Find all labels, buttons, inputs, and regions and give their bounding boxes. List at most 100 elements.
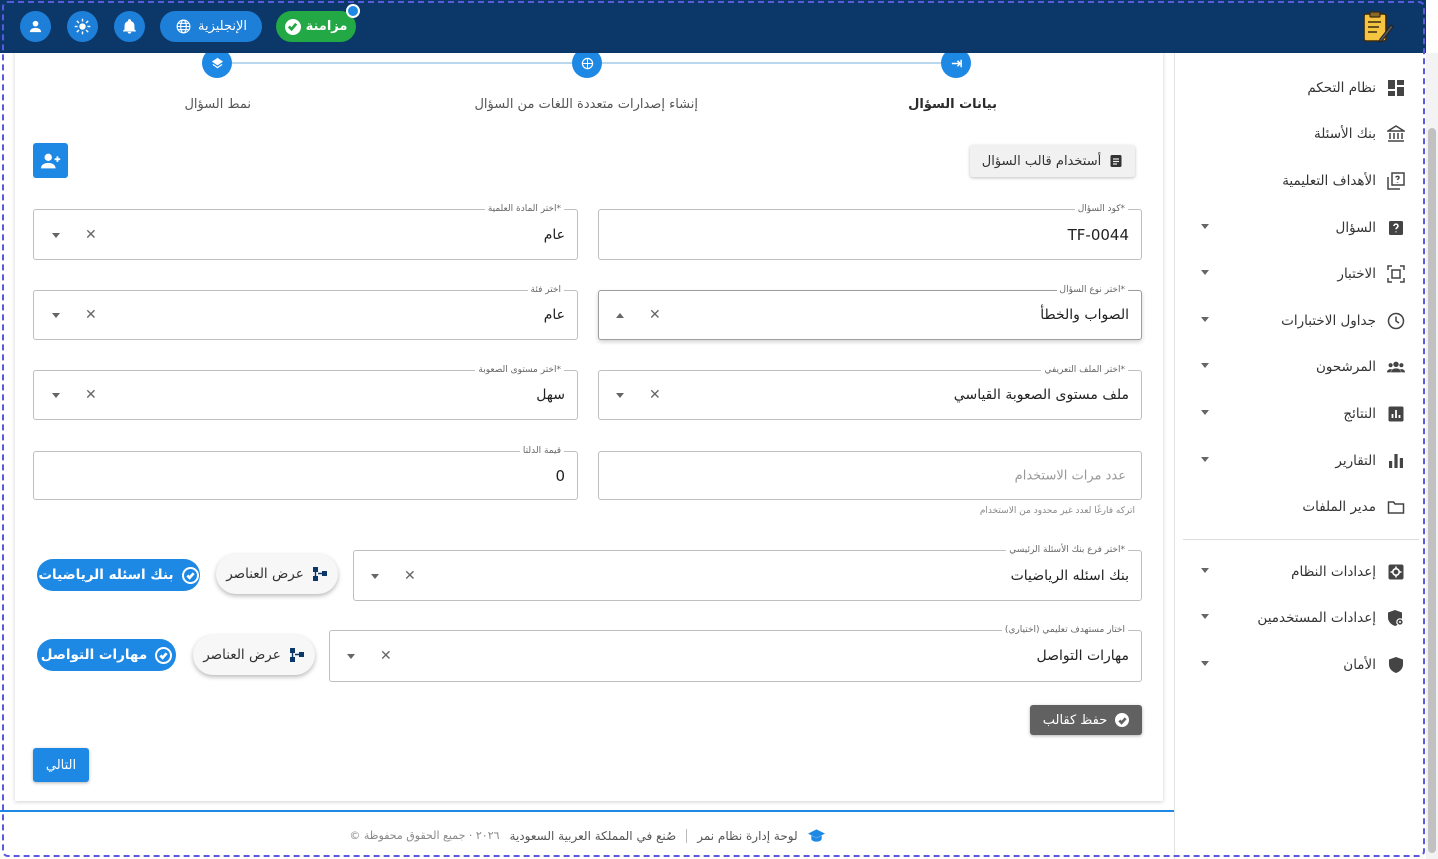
chevron-up-icon[interactable] — [616, 313, 624, 318]
document-icon — [1110, 155, 1122, 167]
chevron-down-icon[interactable] — [1201, 457, 1209, 462]
difficulty-select[interactable]: اختر مستوى الصعوبة* سهل ✕ — [33, 364, 578, 420]
subject-value: عام — [543, 226, 565, 243]
sidebar-item-label: المرشحون — [1315, 359, 1376, 375]
app-root: الإنجليزية مزامنة بيانات السؤال إنشاء إص… — [0, 0, 1438, 859]
target-show-items-button[interactable]: عرض العناصر — [193, 635, 315, 675]
save-as-template-button[interactable]: حفظ كقالب — [1030, 705, 1142, 735]
clear-icon[interactable]: ✕ — [404, 568, 416, 584]
bank-branch-value: بنك اسئله الرياضيات — [1010, 567, 1129, 584]
people-icon — [1386, 358, 1405, 377]
clear-icon[interactable]: ✕ — [649, 387, 661, 403]
sidebar-item-label: الاختبار — [1337, 266, 1376, 282]
check-circle-icon — [181, 566, 199, 584]
profile-select[interactable]: اختر الملف التعريفي* ملف مستوى الصعوبة ا… — [598, 364, 1142, 420]
chevron-down-icon[interactable] — [52, 393, 60, 398]
target-chip[interactable]: مهارات التواصل — [37, 639, 176, 671]
chevron-down-icon[interactable] — [1201, 363, 1209, 368]
clear-icon[interactable]: ✕ — [380, 648, 392, 664]
difficulty-label: اختر مستوى الصعوبة* — [475, 364, 564, 376]
sidebar-item-security[interactable]: الأمان — [1175, 645, 1427, 685]
sidebar-item-candidates[interactable]: المرشحون — [1175, 347, 1427, 387]
scrollbar-thumb[interactable] — [1428, 128, 1436, 853]
chevron-down-icon[interactable] — [52, 313, 60, 318]
sidebar-item-label: التقارير — [1335, 453, 1376, 469]
globe-icon — [581, 57, 593, 69]
add-user-button[interactable] — [33, 143, 68, 178]
chevron-down-icon[interactable] — [1201, 270, 1209, 275]
sidebar-item-label: الأهداف التعليمية — [1282, 173, 1376, 189]
delta-value: 0 — [555, 466, 565, 485]
step-2-label[interactable]: إنشاء إصدارات متعددة اللغات من السؤال — [474, 97, 698, 112]
question-icon — [1386, 219, 1405, 238]
learning-target-select[interactable]: اختار مستهدف تعليمي (اختياري) مهارات الت… — [329, 624, 1142, 682]
sidebar-item-exam-schedules[interactable]: جداول الاختبارات — [1175, 301, 1427, 341]
question-code-field[interactable]: كود السؤال* TF-0044 — [598, 203, 1142, 260]
profile-button[interactable] — [20, 11, 51, 42]
clear-icon[interactable]: ✕ — [649, 307, 661, 323]
target-chip-label: مهارات التواصل — [40, 647, 148, 663]
chevron-down-icon[interactable] — [1201, 410, 1209, 415]
bank-show-items-button[interactable]: عرض العناصر — [216, 554, 338, 594]
clear-icon[interactable]: ✕ — [85, 387, 97, 403]
footer-separator — [686, 828, 688, 843]
chevron-down-icon[interactable] — [1201, 224, 1209, 229]
notifications-button[interactable] — [114, 11, 145, 42]
dashboard-icon — [1386, 79, 1405, 98]
profile-label: اختر الملف التعريفي* — [1041, 364, 1128, 376]
usage-count-placeholder: عدد مرات الاستخدام — [1014, 468, 1126, 483]
sidebar-item-file-manager[interactable]: مدير الملفات — [1175, 487, 1427, 527]
hierarchy-icon — [289, 648, 304, 662]
sidebar-item-label: إعدادات النظام — [1291, 564, 1376, 580]
language-button[interactable]: الإنجليزية — [160, 11, 262, 42]
sidebar-item-user-settings[interactable]: إعدادات المستخدمين — [1175, 598, 1427, 638]
user-icon — [29, 20, 42, 33]
question-type-select[interactable]: اختر نوع السؤال* الصواب والخطأ ✕ — [598, 284, 1142, 340]
delta-label: قيمة الدلتا — [519, 445, 564, 457]
sidebar-item-objectives[interactable]: الأهداف التعليمية — [1175, 161, 1427, 201]
bank-icon — [1386, 125, 1405, 144]
chevron-down-icon[interactable] — [1201, 568, 1209, 573]
sidebar-item-system-settings[interactable]: إعدادات النظام — [1175, 552, 1427, 592]
chevron-down-icon[interactable] — [371, 573, 379, 579]
use-template-button[interactable]: أستخدام قالب السؤال — [970, 145, 1135, 177]
question-type-value: الصواب والخطأ — [1040, 307, 1129, 323]
user-settings-icon — [1386, 609, 1405, 628]
usage-count-input[interactable]: عدد مرات الاستخدام — [598, 451, 1142, 500]
bank-chip[interactable]: بنك اسئله الرياضيات — [37, 559, 200, 591]
clear-icon[interactable]: ✕ — [85, 227, 97, 243]
chevron-down-icon[interactable] — [616, 393, 624, 398]
sidebar-divider — [1183, 539, 1419, 540]
category-select[interactable]: اختر فئة عام ✕ — [33, 284, 578, 340]
step-3-label[interactable]: نمط السؤال — [184, 97, 251, 112]
delta-input[interactable]: قيمة الدلتا 0 — [33, 445, 578, 500]
sync-label: مزامنة — [305, 19, 348, 34]
save-as-template-label: حفظ كقالب — [1042, 712, 1108, 728]
sidebar-item-exam[interactable]: الاختبار — [1175, 254, 1427, 294]
theme-toggle-button[interactable] — [67, 11, 98, 42]
next-label: التالي — [45, 757, 77, 773]
shield-icon — [1386, 656, 1405, 675]
bank-branch-select[interactable]: اختر فرع بنك الأسئلة الرئيسي* بنك اسئله … — [353, 544, 1142, 601]
sidebar-item-results[interactable]: النتائج — [1175, 394, 1427, 434]
sync-button[interactable]: مزامنة — [276, 11, 356, 42]
sidebar-item-label: النتائج — [1343, 406, 1376, 422]
clear-icon[interactable]: ✕ — [85, 307, 97, 323]
chevron-down-icon[interactable] — [1201, 661, 1209, 666]
chevron-down-icon[interactable] — [52, 232, 60, 238]
subject-select[interactable]: اختر المادة العلمية* عام ✕ — [33, 203, 578, 260]
next-button[interactable]: التالي — [33, 748, 89, 782]
sidebar-item-dashboard[interactable]: نظام التحكم — [1175, 68, 1427, 108]
chevron-down-icon[interactable] — [1201, 614, 1209, 619]
question-code-value: TF-0044 — [1067, 225, 1129, 244]
chevron-down-icon[interactable] — [347, 654, 355, 659]
sidebar-item-question[interactable]: السؤال — [1175, 208, 1427, 248]
step-1-label[interactable]: بيانات السؤال — [908, 97, 997, 112]
hierarchy-icon — [312, 567, 327, 581]
bell-icon — [123, 19, 136, 34]
add-user-icon — [40, 153, 60, 168]
sidebar-item-reports[interactable]: التقارير — [1175, 441, 1427, 481]
chevron-down-icon[interactable] — [1201, 317, 1209, 322]
app-logo-icon — [1363, 11, 1394, 43]
sidebar-item-question-bank[interactable]: بنك الأسئلة — [1175, 114, 1427, 154]
